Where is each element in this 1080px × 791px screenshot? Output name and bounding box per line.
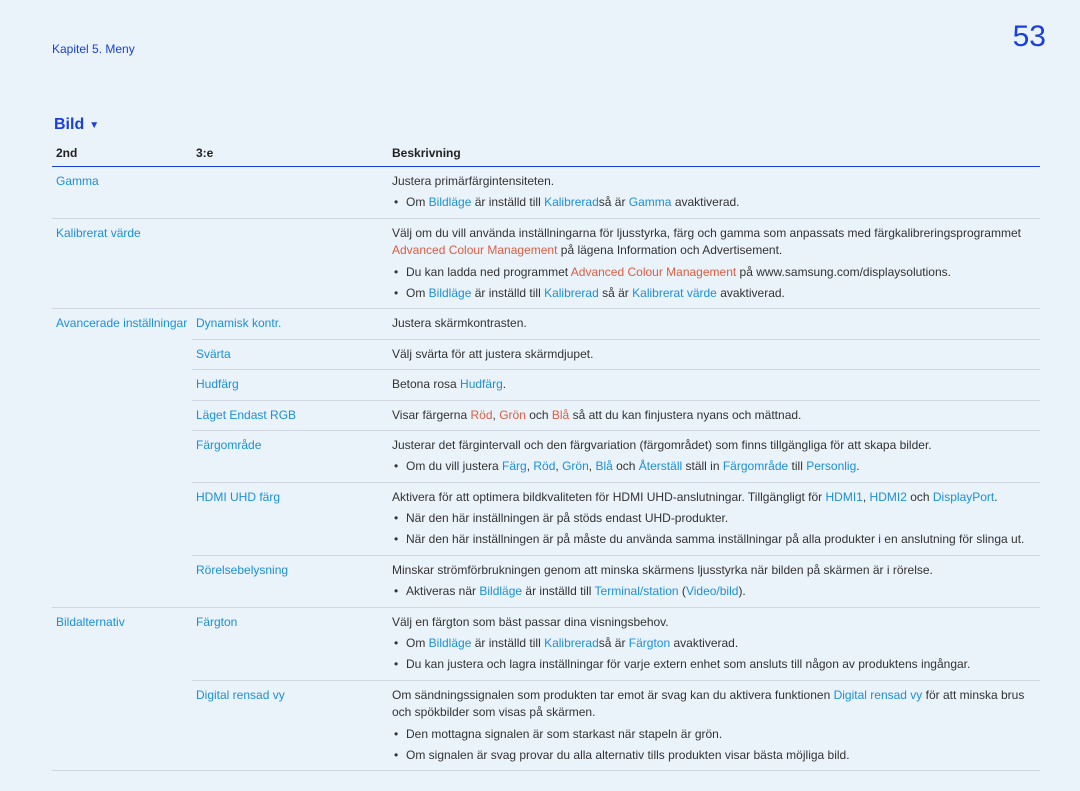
cell-desc: Om sändningssignalen som produkten tar e… [388, 680, 1040, 771]
cell-3e: Dynamisk kontr. [192, 309, 388, 339]
cell-desc: Visar färgerna Röd, Grön och Blå så att … [388, 400, 1040, 430]
table-row: Digital rensad vy Om sändningssignalen s… [52, 680, 1040, 771]
section-title-text: Bild [54, 116, 84, 134]
cell-2nd: Bildalternativ [52, 607, 192, 680]
cell-desc: Justera skärmkontrasten. [388, 309, 1040, 339]
cell-2nd: Gamma [52, 167, 192, 219]
cell-3e: Läget Endast RGB [192, 400, 388, 430]
cell-3e: Färgton [192, 607, 388, 680]
cell-3e: HDMI UHD färg [192, 482, 388, 555]
table-row: Kalibrerat värde Välj om du vill använda… [52, 218, 1040, 309]
table-header-row: 2nd 3:e Beskrivning [52, 140, 1040, 167]
cell-2nd [52, 430, 192, 482]
cell-3e [192, 167, 388, 219]
cell-3e: Färgområde [192, 430, 388, 482]
cell-desc: Justera primärfärgintensiteten. Om Bildl… [388, 167, 1040, 219]
section-title: Bild ▼ [54, 116, 1040, 134]
cell-desc: Justerar det färgintervall och den färgv… [388, 430, 1040, 482]
cell-3e [192, 218, 388, 309]
cell-2nd [52, 555, 192, 607]
settings-table: 2nd 3:e Beskrivning Gamma Justera primär… [52, 140, 1040, 771]
page-header: Kapitel 5. Meny 53 [52, 12, 1040, 56]
cell-2nd [52, 680, 192, 771]
table-row: Svärta Välj svärta för att justera skärm… [52, 339, 1040, 369]
cell-desc: Välj om du vill använda inställningarna … [388, 218, 1040, 309]
cell-2nd [52, 482, 192, 555]
cell-3e: Hudfärg [192, 370, 388, 400]
cell-desc: Minskar strömförbrukningen genom att min… [388, 555, 1040, 607]
cell-2nd: Avancerade inställningar [52, 309, 192, 339]
col-desc: Beskrivning [388, 140, 1040, 167]
table-row: Hudfärg Betona rosa Hudfärg. [52, 370, 1040, 400]
cell-desc: Välj svärta för att justera skärmdjupet. [388, 339, 1040, 369]
cell-desc: Betona rosa Hudfärg. [388, 370, 1040, 400]
table-row: Avancerade inställningar Dynamisk kontr.… [52, 309, 1040, 339]
table-row: Färgområde Justerar det färgintervall oc… [52, 430, 1040, 482]
cell-2nd [52, 370, 192, 400]
cell-3e: Rörelsebelysning [192, 555, 388, 607]
cell-3e: Digital rensad vy [192, 680, 388, 771]
triangle-down-icon: ▼ [89, 120, 99, 131]
table-row: HDMI UHD färg Aktivera för att optimera … [52, 482, 1040, 555]
col-2nd: 2nd [52, 140, 192, 167]
chapter-label: Kapitel 5. Meny [52, 12, 135, 56]
col-3e: 3:e [192, 140, 388, 167]
table-row: Läget Endast RGB Visar färgerna Röd, Grö… [52, 400, 1040, 430]
page: Kapitel 5. Meny 53 Bild ▼ 2nd 3:e Beskri… [0, 0, 1080, 791]
cell-desc: Välj en färgton som bäst passar dina vis… [388, 607, 1040, 680]
cell-2nd [52, 400, 192, 430]
table-row: Bildalternativ Färgton Välj en färgton s… [52, 607, 1040, 680]
cell-2nd: Kalibrerat värde [52, 218, 192, 309]
table-row: Rörelsebelysning Minskar strömförbruknin… [52, 555, 1040, 607]
cell-3e: Svärta [192, 339, 388, 369]
table-row: Gamma Justera primärfärgintensiteten. Om… [52, 167, 1040, 219]
cell-2nd [52, 339, 192, 369]
page-number: 53 [1013, 20, 1046, 54]
cell-desc: Aktivera för att optimera bildkvaliteten… [388, 482, 1040, 555]
